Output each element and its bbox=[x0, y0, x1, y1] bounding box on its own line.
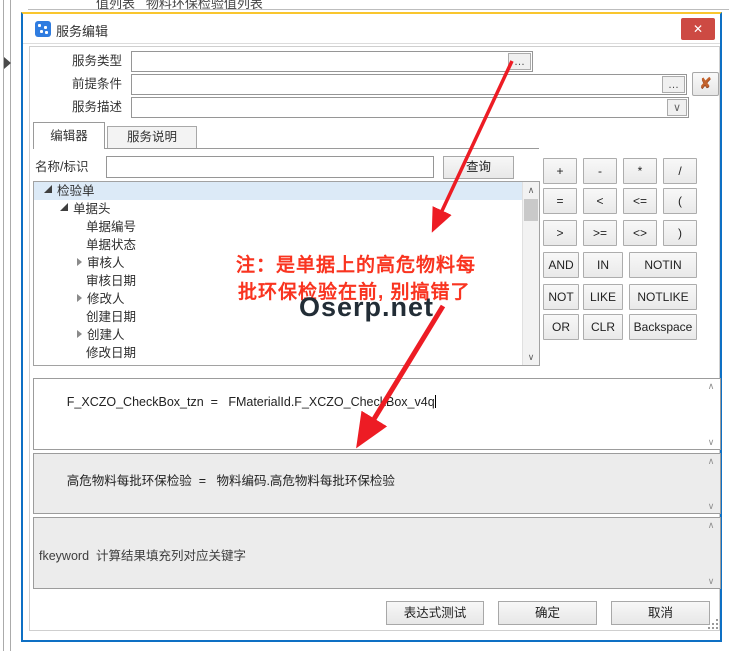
calc-or-button[interactable]: OR bbox=[543, 314, 579, 340]
calc-mult-button[interactable]: * bbox=[623, 158, 657, 184]
service-type-field[interactable]: 计算定义公式的值并填写到指定列 … bbox=[131, 51, 533, 72]
tree-item-label: 创建人 bbox=[87, 328, 125, 342]
scrollbar-thumb[interactable] bbox=[524, 199, 538, 221]
text-caret bbox=[434, 395, 436, 408]
scroll-down-icon[interactable]: ∨ bbox=[705, 576, 717, 586]
calc-lt-button[interactable]: < bbox=[583, 188, 617, 214]
scroll-down-icon[interactable]: ∨ bbox=[523, 349, 539, 365]
service-edit-dialog: 服务编辑 ✕ 服务类型 计算定义公式的值并填写到指定列 … 前提条件 … ✘ 服… bbox=[21, 12, 722, 642]
calc-div-button[interactable]: / bbox=[663, 158, 697, 184]
tree-row[interactable]: 检验单 bbox=[34, 182, 539, 200]
collapsed-icon[interactable] bbox=[77, 258, 82, 266]
precondition-label: 前提条件 bbox=[71, 77, 122, 91]
calc-lte-button[interactable]: <= bbox=[623, 188, 657, 214]
title-bar: 服务编辑 ✕ bbox=[23, 14, 720, 44]
background-column-divider bbox=[113, 0, 114, 9]
tab-editor[interactable]: 编辑器 bbox=[33, 122, 105, 149]
scroll-up-icon[interactable]: ∧ bbox=[705, 381, 717, 391]
background-window-border bbox=[3, 0, 4, 651]
help-textarea[interactable]: fkeyword 计算结果填充列对应关键字 计算公式 为数值型字段对应关键字和"… bbox=[33, 517, 721, 589]
tree-row[interactable]: 创建日期 bbox=[34, 308, 539, 326]
collapsed-icon[interactable] bbox=[77, 330, 82, 338]
help-line: fkeyword 计算结果填充列对应关键字 bbox=[39, 549, 246, 563]
close-button[interactable]: ✕ bbox=[681, 18, 715, 40]
service-desc-label: 服务描述 bbox=[71, 100, 122, 114]
name-id-input[interactable] bbox=[106, 156, 434, 178]
tree-item-label: 修改日期 bbox=[86, 346, 137, 360]
annotation-line1: 注：是单据上的高危物料每 bbox=[236, 255, 477, 276]
scroll-up-icon[interactable]: ∧ bbox=[705, 456, 717, 466]
cancel-button[interactable]: 取消 bbox=[611, 601, 710, 625]
scroll-up-icon[interactable]: ∧ bbox=[523, 182, 539, 198]
tree-item-label: 修改人 bbox=[87, 292, 125, 306]
calc-eq-button[interactable]: = bbox=[543, 188, 577, 214]
tab-strip-border bbox=[33, 148, 539, 149]
tree-row[interactable]: 创建人 bbox=[34, 326, 539, 344]
panel-collapse-handle-icon[interactable] bbox=[4, 57, 11, 69]
calc-rparen-button[interactable]: ) bbox=[663, 220, 697, 246]
tree-item-label: 创建日期 bbox=[86, 310, 137, 324]
calc-plus-button[interactable]: + bbox=[543, 158, 577, 184]
tree-row[interactable]: 修改日期 bbox=[34, 344, 539, 362]
tree-row[interactable]: 单据头 bbox=[34, 200, 539, 218]
calc-in-button[interactable]: IN bbox=[583, 252, 623, 278]
precondition-ellipsis-button[interactable]: … bbox=[662, 76, 685, 93]
scroll-up-icon[interactable]: ∧ bbox=[705, 520, 717, 530]
calc-neq-button[interactable]: <> bbox=[623, 220, 657, 246]
watermark-text: Oserp.net bbox=[299, 292, 435, 322]
expanded-icon[interactable] bbox=[60, 203, 68, 211]
tab-service-description[interactable]: 服务说明 bbox=[107, 126, 197, 148]
background-row-divider bbox=[28, 9, 729, 10]
calc-notlike-button[interactable]: NOTLIKE bbox=[629, 284, 697, 310]
tree-item-label: 单据编号 bbox=[86, 220, 137, 234]
background-window-border bbox=[10, 0, 11, 651]
precondition-field[interactable]: … bbox=[131, 74, 687, 95]
tree-scrollbar[interactable]: ∧ ∨ bbox=[522, 182, 539, 365]
calc-gt-button[interactable]: > bbox=[543, 220, 577, 246]
dialog-title: 服务编辑 bbox=[56, 24, 109, 39]
formula-editor-textarea[interactable]: F_XCZO_CheckBox_tzn = FMaterialId.F_XCZO… bbox=[33, 378, 721, 450]
clear-condition-button[interactable]: ✘ bbox=[692, 72, 719, 96]
calc-and-button[interactable]: AND bbox=[543, 252, 579, 278]
calc-not-button[interactable]: NOT bbox=[543, 284, 579, 310]
tree-item-label: 单据头 bbox=[73, 202, 111, 216]
scroll-down-icon[interactable]: ∨ bbox=[705, 501, 717, 511]
service-desc-field[interactable]: 高危物料每批环保检验 = 物料编码.高危物料每批环保检验 ∨ bbox=[131, 97, 689, 118]
calc-lparen-button[interactable]: ( bbox=[663, 188, 697, 214]
service-type-label: 服务类型 bbox=[71, 54, 122, 68]
expanded-icon[interactable] bbox=[44, 185, 52, 193]
tree-item-label: 单据状态 bbox=[86, 238, 137, 252]
app-icon bbox=[35, 21, 51, 37]
calc-like-button[interactable]: LIKE bbox=[583, 284, 623, 310]
calc-minus-button[interactable]: - bbox=[583, 158, 617, 184]
ok-button[interactable]: 确定 bbox=[498, 601, 597, 625]
tree-item-label: 审核人 bbox=[87, 256, 125, 270]
tree-row[interactable]: 单据编号 bbox=[34, 218, 539, 236]
calc-notin-button[interactable]: NOTIN bbox=[629, 252, 697, 278]
service-type-ellipsis-button[interactable]: … bbox=[508, 53, 531, 70]
formula-editor-text: F_XCZO_CheckBox_tzn = FMaterialId.F_XCZO… bbox=[66, 395, 435, 409]
scroll-down-icon[interactable]: ∨ bbox=[705, 437, 717, 447]
service-desc-dropdown-icon[interactable]: ∨ bbox=[667, 99, 687, 116]
tree-item-label: 检验单 bbox=[57, 184, 95, 198]
tree-item-label: 审核日期 bbox=[86, 274, 137, 288]
screen: 值列表 物料环保检验值列表 服务编辑 ✕ 服务类型 计算定义公式的值并填写到指定… bbox=[0, 0, 729, 651]
dialog-body-panel: 服务类型 计算定义公式的值并填写到指定列 … 前提条件 … ✘ 服务描述 高危物… bbox=[29, 46, 721, 631]
formula-display-text: 高危物料每批环保检验 = 物料编码.高危物料每批环保检验 bbox=[66, 474, 395, 488]
resize-grip[interactable] bbox=[708, 619, 718, 629]
background-clipped-row: 值列表 物料环保检验值列表 bbox=[96, 0, 263, 9]
name-id-label: 名称/标识 bbox=[35, 160, 89, 174]
calc-backspace-button[interactable]: Backspace bbox=[629, 314, 697, 340]
calc-clr-button[interactable]: CLR bbox=[583, 314, 623, 340]
collapsed-icon[interactable] bbox=[77, 294, 82, 302]
query-button[interactable]: 查询 bbox=[443, 156, 514, 179]
expression-test-button[interactable]: 表达式测试 bbox=[386, 601, 484, 625]
calc-gte-button[interactable]: >= bbox=[583, 220, 617, 246]
formula-display-textarea[interactable]: 高危物料每批环保检验 = 物料编码.高危物料每批环保检验 ∧ ∨ bbox=[33, 453, 721, 514]
